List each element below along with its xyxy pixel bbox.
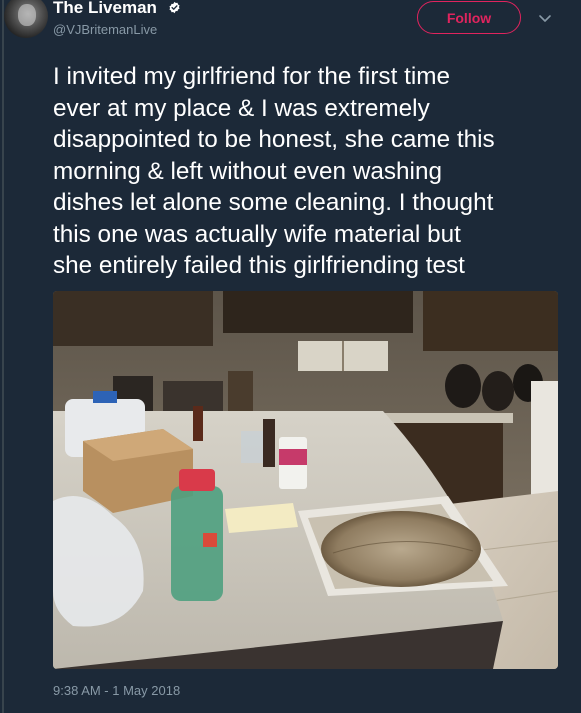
tweet-text-line: she entirely failed this girlfriending t…: [53, 252, 465, 279]
author-handle[interactable]: @VJBritemanLive: [53, 22, 157, 37]
tweet-text-line: dishes let alone some cleaning. I though…: [53, 189, 494, 216]
follow-button[interactable]: Follow: [417, 1, 521, 34]
thread-divider: [2, 0, 4, 713]
tweet-text: I invited my girlfriend for the first ti…: [53, 61, 568, 282]
tweet-text-line: ever at my place & I was extremely: [53, 94, 430, 122]
tweet-text-line: this one was actually wife material but: [53, 220, 461, 248]
tweet-photo[interactable]: [53, 291, 558, 669]
author-display-name[interactable]: The Liveman: [53, 0, 157, 18]
chevron-down-icon[interactable]: [537, 10, 553, 26]
verified-badge-icon: [169, 1, 180, 14]
avatar[interactable]: [4, 0, 48, 38]
tweet-timestamp[interactable]: 9:38 AM - 1 May 2018: [53, 683, 180, 698]
tweet-text-line: I invited my girlfriend for the first ti…: [53, 63, 450, 90]
kitchen-photo-illustration: [53, 291, 558, 669]
tweet-text-line: disappointed to be honest, she came this: [53, 126, 495, 153]
tweet-text-line: morning & left without even washing: [53, 157, 442, 185]
